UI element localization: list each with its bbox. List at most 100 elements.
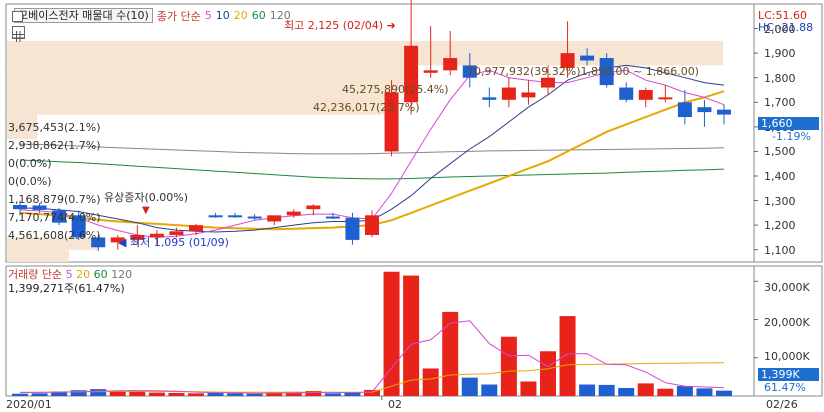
volume-bar: [481, 384, 498, 396]
candle-body: [32, 205, 47, 210]
price-tick-label: 1,700: [764, 96, 796, 110]
volume-bar: [676, 386, 693, 396]
profile-label-2: 45,275,890(25.4%): [342, 83, 449, 96]
candle-body: [443, 58, 458, 71]
volume-bar: [207, 392, 224, 396]
candle-body: [365, 215, 379, 235]
grid-icon[interactable]: [12, 26, 25, 42]
profile-label-8: 1,168,879(0.7%): [8, 193, 101, 206]
volume-bar: [637, 383, 654, 396]
candle-body: [208, 215, 223, 218]
candle-body: [306, 205, 321, 210]
profile-label-7: 0(0.0%): [8, 175, 52, 188]
price-tick-label: 1,300: [764, 194, 796, 208]
vol-tick-20000k: 20,000K: [764, 316, 810, 329]
chart-window: 모베이스전자 매물대 수(10) 종가 단순 5 10 20 60 120 LC…: [0, 0, 824, 412]
volume-bar: [618, 387, 635, 396]
candle-body: [580, 55, 595, 61]
ma-period-5: 5: [204, 9, 212, 22]
x-label-feb: 02: [388, 398, 402, 411]
vol-tick-30000k: 30,000K: [764, 281, 810, 294]
price-tick-label: 1,800: [764, 71, 796, 85]
settings-square-icon[interactable]: [12, 11, 23, 22]
candle-body: [286, 211, 301, 216]
volume-bar: [716, 390, 732, 396]
current-price-box: 1,660: [758, 117, 819, 130]
profile-label-5: 2,938,862(1.7%): [8, 139, 101, 152]
volume-bar: [559, 316, 576, 396]
vol-tick-10000k: 10,000K: [764, 350, 810, 363]
volume-bar: [324, 393, 341, 396]
x-label-end: 02/26: [766, 398, 798, 411]
vol-period-120: 120: [111, 268, 133, 281]
candle-body: [228, 215, 243, 218]
volume-bar: [90, 389, 107, 396]
profile-label-3: 42,236,017(23.7%): [313, 101, 420, 114]
high-text: 최고 2,125 (02/04): [284, 19, 384, 32]
volume-bar: [442, 311, 459, 396]
volume-bar: [540, 351, 556, 396]
volume-bar: [461, 377, 478, 396]
left-arrow-icon: ◀: [118, 236, 127, 249]
current-price: 1,660: [761, 117, 793, 130]
event-annotation: 유상증자(0.00%): [104, 191, 189, 204]
price-tick-label: 1,500: [764, 145, 796, 159]
stock-label[interactable]: 모베이스전자 매물대 수(10): [14, 8, 153, 23]
volume-profile-band: [7, 40, 723, 66]
price-tick-label: 1,400: [764, 170, 796, 183]
right-arrow-icon: ➜: [386, 19, 396, 32]
candle-body: [189, 225, 203, 232]
volume-bar: [598, 384, 615, 396]
ma-period-60: 60: [251, 9, 266, 22]
candle-body: [697, 107, 712, 113]
profile-label-6: 0(0.0%): [8, 157, 52, 170]
volume-bar: [12, 393, 28, 396]
volume-bar: [246, 393, 263, 396]
volume-bar: [422, 368, 439, 396]
current-volume-ratio: 61.47%: [764, 381, 806, 394]
volume-bar: [70, 390, 87, 396]
candle-body: [325, 216, 340, 219]
current-volume-box: 1,399K: [758, 368, 819, 381]
profile-label-9: 7,170,774(4.0%): [8, 211, 101, 224]
profile-label-1: 70,977,932(39.32%)1,850.00 ~ 1,866.00): [467, 65, 699, 78]
candle-body: [521, 92, 536, 98]
x-label-start: 2020/01: [6, 398, 52, 411]
volume-bar: [520, 381, 537, 396]
vol-period-60: 60: [93, 268, 108, 281]
price-tick-label: 1,200: [764, 219, 796, 233]
candle-body: [658, 97, 673, 100]
candle-body: [501, 87, 516, 100]
price-tick-label: 1,100: [764, 243, 796, 257]
vol-period-20: 20: [76, 268, 91, 281]
current-volume: 1,399K: [761, 368, 800, 381]
candle-body: [345, 217, 360, 240]
candle-body: [482, 97, 497, 100]
volume-bar: [31, 393, 48, 396]
volume-current-text: 1,399,271주(61.47%): [8, 282, 125, 295]
volume-bar: [403, 275, 420, 396]
volume-bar: [168, 392, 185, 396]
chart-canvas: [0, 0, 824, 412]
volume-bar: [383, 271, 400, 396]
profile-label-4: 3,675,453(2.1%): [8, 121, 101, 134]
price-tick-label: 1,900: [764, 47, 796, 61]
candle-body: [267, 215, 282, 222]
volume-bar: [579, 384, 596, 396]
volume-profile-band: [7, 249, 69, 262]
low-text: 최저 1,095 (01/09): [129, 236, 229, 249]
volume-ma-label: 거래량 단순: [8, 268, 63, 281]
candle-body: [717, 109, 731, 115]
volume-bar: [657, 388, 674, 396]
ma-period-20: 20: [233, 9, 248, 22]
volume-bar: [500, 336, 517, 396]
candle-body: [169, 231, 184, 235]
candle-body: [247, 216, 262, 219]
candle-body: [423, 70, 438, 73]
candle-body: [619, 87, 634, 100]
candle-body: [541, 77, 555, 88]
high-annotation: 최고 2,125 (02/04) ➜: [284, 19, 396, 32]
volume-bar: [696, 388, 713, 396]
candle-body: [638, 90, 653, 100]
candle-body: [677, 102, 692, 118]
